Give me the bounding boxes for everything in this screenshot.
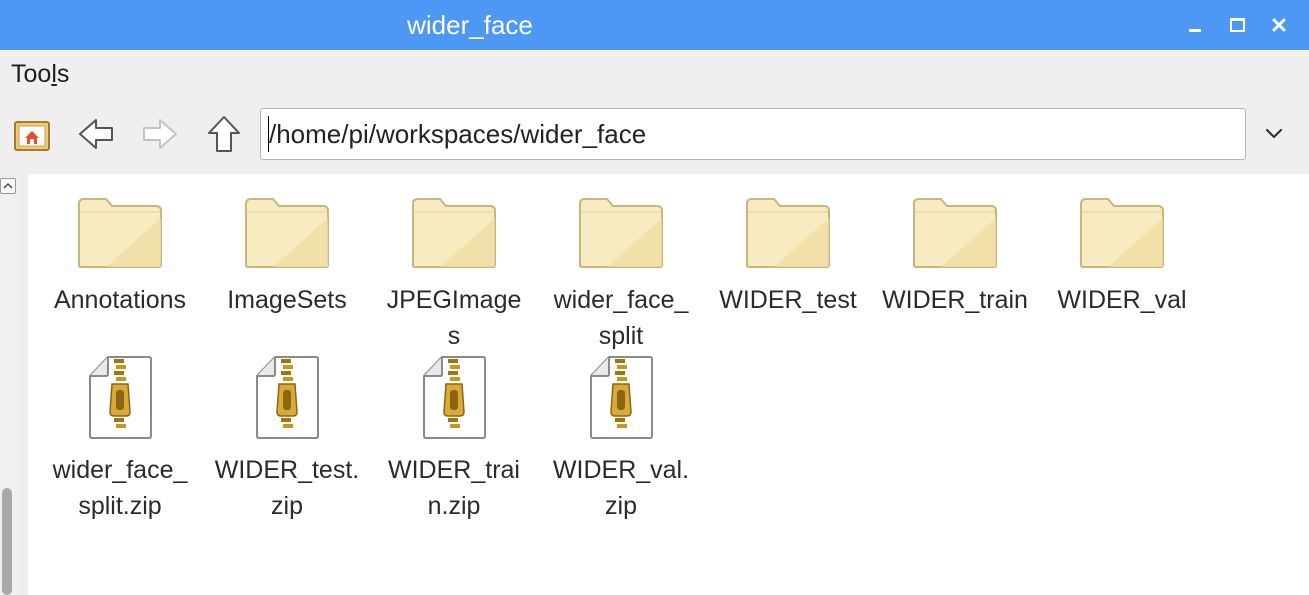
zip-file-item[interactable]: WIDER_trai n.zip (374, 356, 534, 524)
menu-tools[interactable]: Tools (11, 50, 69, 98)
file-label: JPEGImage s (386, 286, 522, 350)
text-caret (268, 116, 269, 152)
zip-file-item[interactable]: wider_face_ split.zip (40, 356, 200, 524)
folder-icon (746, 198, 830, 268)
menu-bar: Tools (0, 50, 1309, 98)
arrow-right-icon (143, 119, 177, 149)
zip-archive-icon (89, 356, 152, 439)
file-label: WIDER_val. zip (552, 456, 690, 520)
file-icon-wrap (40, 190, 200, 270)
file-icon-wrap (875, 190, 1035, 270)
file-icon-wrap (374, 356, 534, 440)
file-manager-window: wider_face Tools /home/pi/workspaces/wid… (0, 0, 1309, 595)
folder-item[interactable]: WIDER_test (708, 190, 868, 318)
folder-icon (412, 198, 496, 268)
home-icon (14, 121, 50, 151)
folder-icon (78, 198, 162, 268)
file-icon-wrap (541, 190, 701, 270)
file-icon-wrap (541, 356, 701, 440)
folder-icon (245, 198, 329, 268)
zip-file-item[interactable]: WIDER_test. zip (207, 356, 367, 524)
vertical-scrollbar[interactable] (0, 174, 20, 595)
file-label: WIDER_train (882, 286, 1028, 314)
file-label: wider_face_ split.zip (52, 456, 188, 520)
folder-item[interactable]: Annotations (40, 190, 200, 318)
folder-icon (913, 198, 997, 268)
file-label: ImageSets (227, 286, 347, 314)
close-icon (1272, 18, 1286, 32)
file-icon-wrap (207, 190, 367, 270)
file-icon-wrap (1042, 190, 1202, 270)
path-history-dropdown[interactable] (1254, 112, 1294, 156)
maximize-icon (1229, 18, 1245, 32)
zip-archive-icon (423, 356, 486, 439)
file-icon-wrap (207, 356, 367, 440)
maximize-button[interactable] (1222, 10, 1252, 40)
scrollbar-thumb[interactable] (2, 488, 12, 595)
folder-item[interactable]: ImageSets (207, 190, 367, 318)
chevron-up-icon (3, 182, 13, 189)
chevron-down-icon (1265, 128, 1283, 139)
navigation-toolbar (0, 98, 1309, 174)
folder-item[interactable]: WIDER_val (1042, 190, 1202, 318)
file-label: WIDER_test (719, 286, 857, 314)
file-label: WIDER_val (1057, 286, 1187, 314)
file-label: wider_face_ split (553, 286, 689, 350)
home-button[interactable] (10, 112, 54, 156)
title-bar[interactable]: wider_face (0, 0, 1309, 50)
minimize-button[interactable] (1180, 10, 1210, 40)
file-icon-wrap (40, 356, 200, 440)
folder-icon (579, 198, 663, 268)
zip-archive-icon (256, 356, 319, 439)
file-label: WIDER_test. zip (214, 456, 360, 520)
zip-archive-icon (590, 356, 653, 439)
arrow-up-icon (208, 116, 240, 152)
arrow-left-icon (79, 119, 113, 149)
file-icon-wrap (708, 190, 868, 270)
zip-file-item[interactable]: WIDER_val. zip (541, 356, 701, 524)
path-input[interactable] (261, 109, 1245, 159)
forward-button[interactable] (138, 112, 182, 156)
file-label: WIDER_trai n.zip (388, 456, 520, 520)
folder-item[interactable]: JPEGImage s (374, 190, 534, 354)
file-icon-wrap (374, 190, 534, 270)
folder-icon (1080, 198, 1164, 268)
scroll-up-button[interactable] (0, 178, 16, 194)
path-bar[interactable] (260, 108, 1246, 160)
file-label: Annotations (53, 286, 187, 314)
menu-tools-label-a: Too (11, 60, 52, 88)
folder-item[interactable]: WIDER_train (875, 190, 1035, 318)
minimize-icon (1189, 28, 1201, 32)
close-button[interactable] (1264, 10, 1294, 40)
file-view[interactable]: Annotations ImageSets JPEGImage s wider_fac… (28, 174, 1309, 595)
folder-item[interactable]: wider_face_ split (541, 190, 701, 354)
back-button[interactable] (74, 112, 118, 156)
menu-tools-label-b: s (56, 60, 70, 88)
window-title: wider_face (407, 10, 533, 40)
up-button[interactable] (202, 112, 246, 156)
